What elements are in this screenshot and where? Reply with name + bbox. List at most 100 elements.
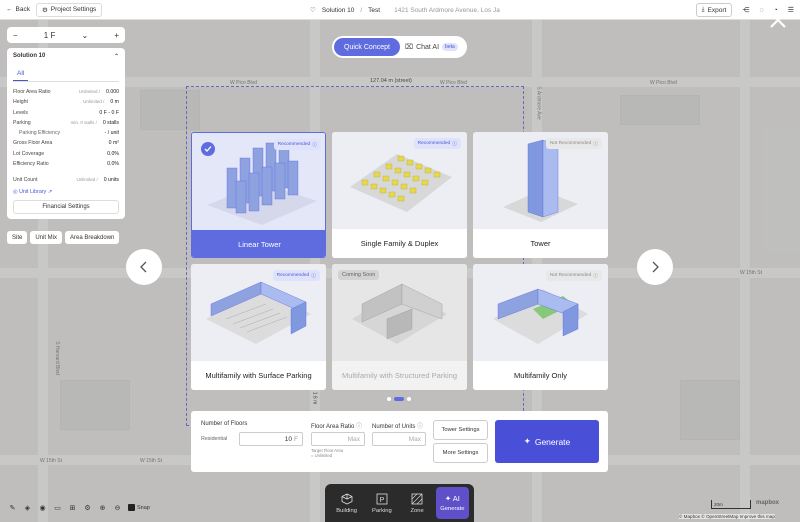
info-icon: ⓘ — [452, 142, 457, 147]
units-input[interactable]: Max — [372, 432, 426, 446]
unit-library-link[interactable]: ◎ Unit Library ↗ — [13, 189, 119, 195]
tab-all[interactable]: All — [13, 70, 29, 81]
project-settings-label: Project Settings — [50, 6, 97, 13]
checkbox-icon[interactable] — [128, 504, 135, 511]
heart-icon[interactable]: ♡ — [310, 6, 316, 14]
solution-name[interactable]: Solution 10 — [322, 7, 355, 14]
export-button[interactable]: ⤓ Export — [695, 3, 733, 17]
back-button[interactable]: ← Back — [0, 6, 36, 13]
solution-header[interactable]: Solution 10 ⌃ — [13, 53, 119, 60]
page-dot[interactable] — [407, 397, 411, 401]
metric-row: Floor Area Ratio Unlimited / 0.000 — [13, 87, 119, 97]
menu-icon[interactable]: ☰ — [788, 6, 794, 14]
tab-building[interactable]: Building — [330, 487, 363, 519]
eye-icon[interactable]: ◉ — [38, 503, 47, 512]
quick-concept-tab[interactable]: Quick Concept — [334, 38, 400, 56]
project-settings-button[interactable]: ⚙ Project Settings — [35, 2, 103, 17]
metric-value: - / unit — [104, 130, 119, 137]
tab-unit-mix[interactable]: Unit Mix — [30, 231, 63, 244]
info-icon: ⓘ — [417, 424, 424, 430]
pencil-icon[interactable]: ✎ — [8, 503, 17, 512]
close-icon[interactable] — [768, 10, 788, 30]
map-attribution[interactable]: © Mapbox © OpenStreetMap Improve this ma… — [679, 514, 775, 519]
floor-plus-button[interactable]: + — [114, 31, 119, 40]
metric-limit: min. 0 stalls / — [70, 119, 97, 125]
ruler-icon[interactable]: ⊞ — [68, 503, 77, 512]
tab-zone[interactable]: Zone — [401, 487, 434, 519]
chat-ai-tab[interactable]: ⌧ Chat AI beta — [405, 43, 458, 51]
card-multifamily-structured-parking: Coming Soon Multifamily with Structured … — [332, 264, 467, 390]
chevron-left-icon — [140, 261, 147, 273]
card-single-family-duplex[interactable]: Recommended ⓘ Single Family & Duplex — [332, 132, 467, 258]
card-multifamily-surface-parking[interactable]: Recommended ⓘ Multifamily with Surface Pa… — [191, 264, 326, 390]
image-icon[interactable]: ▭ — [53, 503, 62, 512]
metric-label: Lot Coverage — [13, 150, 45, 157]
metrics-list: Floor Area Ratio Unlimited /0.000 Height Un… — [13, 87, 119, 169]
layers-icon[interactable]: ◈ — [23, 503, 32, 512]
tab-parking[interactable]: P Parking — [365, 487, 398, 519]
share-icon[interactable]: ⋲ — [742, 6, 749, 14]
tab-site[interactable]: Site — [7, 231, 28, 244]
prev-arrow-button[interactable] — [126, 249, 162, 285]
coming-soon-badge: Coming Soon — [338, 270, 380, 280]
metric-value: 0.0% — [107, 161, 119, 168]
card-tower[interactable]: Not Recommended ⓘ Tower — [473, 132, 608, 258]
metric-row: Efficiency Ratio 0.0% — [13, 159, 119, 169]
metric-row: Height Unlimited / 0 m — [13, 97, 119, 107]
unit-library-label: Unit Library — [19, 188, 47, 195]
map-tools: ✎ ◈ ◉ ▭ ⊞ ⚙ ⊕ ⊖ Snap — [8, 503, 150, 512]
floor-value[interactable]: 1 F — [44, 31, 56, 40]
generate-button[interactable]: ✦ Generate — [495, 420, 599, 463]
info-icon: ⓘ — [356, 424, 363, 430]
top-bar: ← Back ⚙ Project Settings ♡ Solution 10 … — [0, 0, 800, 20]
zoom-out-icon[interactable]: ⊖ — [113, 503, 122, 512]
solution-title: Solution 10 — [13, 53, 46, 59]
residential-label: Residential — [201, 436, 228, 442]
floor-minus-button[interactable]: − — [13, 31, 18, 40]
metric-label: Floor Area Ratio — [13, 89, 51, 95]
chevron-up-icon[interactable]: ⌃ — [114, 53, 119, 60]
far-input[interactable]: Max — [311, 432, 365, 446]
metric-limit: Unlimited / — [78, 89, 101, 94]
card-title: Tower — [473, 229, 608, 258]
floors-value: 10 — [284, 435, 293, 443]
more-settings-button[interactable]: More Settings — [433, 443, 488, 463]
svg-text:P: P — [380, 497, 385, 504]
card-linear-tower[interactable]: Recommended ⓘ Linear Tower — [191, 132, 326, 258]
page-dot[interactable] — [387, 397, 391, 401]
card-title: Linear Tower — [192, 230, 325, 257]
zone-icon — [411, 493, 423, 504]
parking-icon: P — [376, 493, 388, 504]
unit-count-row: Unit Count Unlimited / 0 units — [13, 175, 119, 185]
metric-row: Lot Coverage 0.0% — [13, 149, 119, 159]
metric-limit: Unlimited / — [83, 99, 105, 105]
bottom-mode-tabs: Building P Parking Zone ✦ AI Generate — [325, 484, 474, 522]
next-arrow-button[interactable] — [637, 249, 673, 285]
financial-settings-button[interactable]: Financial Settings — [13, 199, 119, 214]
snap-toggle[interactable]: Snap — [128, 504, 150, 511]
floors-input[interactable]: 10 F — [239, 432, 303, 446]
metric-value: 0 m — [110, 99, 119, 106]
tab-generate[interactable]: ✦ AI Generate — [435, 487, 469, 519]
tower-settings-button[interactable]: Tower Settings — [433, 420, 488, 440]
tab-area-breakdown[interactable]: Area Breakdown — [65, 231, 120, 244]
info-icon: ⓘ — [311, 274, 316, 279]
chat-icon[interactable]: ◌ — [759, 7, 763, 14]
card-title: Multifamily Only — [473, 361, 608, 390]
project-name[interactable]: Test — [368, 7, 380, 14]
far-placeholder: Max — [347, 435, 360, 443]
chevron-down-icon[interactable]: ⌄ — [81, 31, 88, 40]
page-dot-active[interactable] — [394, 397, 404, 401]
info-icon: ⓘ — [312, 143, 317, 148]
back-label: Back — [15, 6, 30, 13]
export-label: Export — [707, 6, 727, 14]
check-icon — [201, 142, 215, 156]
settings-icon[interactable]: ⚙ — [83, 503, 92, 512]
mode-toggle: Quick Concept ⌧ Chat AI beta — [332, 36, 467, 58]
not-recommended-badge: Not Recommended ⓘ — [545, 270, 602, 281]
card-multifamily-only[interactable]: Not Recommended ⓘ Multifamily Only — [473, 264, 608, 390]
zoom-in-icon[interactable]: ⊕ — [98, 503, 107, 512]
card-image: Recommended ⓘ — [191, 264, 326, 361]
unit-count-limit: Unlimited / — [76, 177, 98, 183]
metric-value: 0.0% — [107, 150, 119, 157]
